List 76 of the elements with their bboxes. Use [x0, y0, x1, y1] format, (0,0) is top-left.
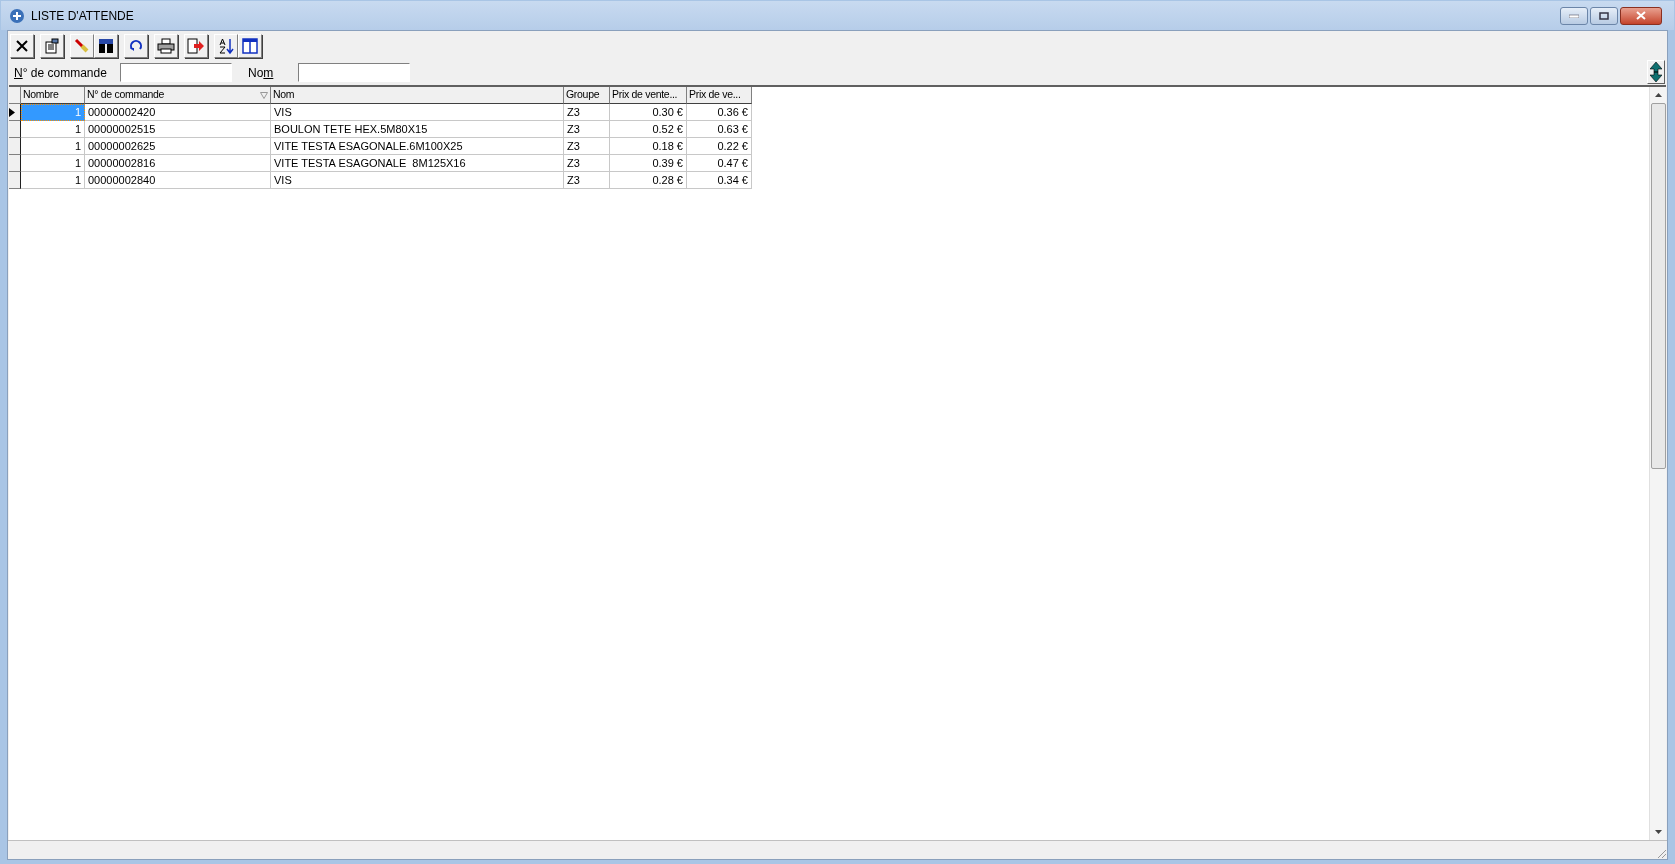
close-button[interactable]: [1620, 6, 1662, 25]
field-label: N° de commande: [14, 66, 107, 80]
table-cell: 0.18 €: [610, 138, 687, 155]
maximize-button[interactable]: [1590, 6, 1618, 25]
row-header[interactable]: [9, 138, 21, 155]
toolbar-button[interactable]: [94, 34, 118, 58]
sort-triangle-icon: [260, 91, 268, 99]
row-header[interactable]: [9, 104, 21, 121]
app-icon: [9, 7, 25, 24]
scroll-down-icon: [1654, 830, 1662, 834]
column-header[interactable]: Prix de vente...: [610, 87, 687, 104]
table-cell: 0.22 €: [687, 138, 752, 155]
table-cell: Z3: [564, 172, 610, 189]
refresh-icon: [129, 39, 143, 53]
table-cell: 1: [21, 155, 85, 172]
filter-field[interactable]: [298, 62, 410, 82]
table-cell: Z3: [564, 121, 610, 138]
export-icon: [187, 38, 205, 54]
filter-field[interactable]: [120, 62, 232, 82]
table-cell: Z3: [564, 104, 610, 121]
minimize-icon: [1569, 13, 1579, 18]
row-header[interactable]: [9, 121, 21, 138]
window-title: LISTE D'ATTENDE: [31, 7, 135, 25]
toolbar-button[interactable]: [214, 34, 238, 58]
row-pointer-icon: [9, 107, 15, 117]
table-cell: VIS: [271, 104, 564, 121]
toolbar-button[interactable]: [154, 34, 178, 58]
table-cell: 0.63 €: [687, 121, 752, 138]
resize-button[interactable]: [1647, 60, 1665, 84]
row-header[interactable]: [9, 172, 21, 189]
table-cell: VITE TESTA ESAGONALE.6M100X25: [271, 138, 564, 155]
table-cell: 0.52 €: [610, 121, 687, 138]
table-cell: 1: [21, 172, 85, 189]
resize-grip-icon: [1655, 847, 1667, 859]
table-cell: 1: [21, 121, 85, 138]
scrollbar[interactable]: [1649, 87, 1666, 840]
table-cell: VIS: [271, 172, 564, 189]
row-header[interactable]: [9, 155, 21, 172]
table-cell: VITE TESTA ESAGONALE 8M125X16: [271, 155, 564, 172]
up-down-arrow-icon: [1650, 62, 1662, 82]
table-cell: 00000002816: [85, 155, 271, 172]
toolbar-button[interactable]: [124, 34, 148, 58]
table-cell: Z3: [564, 155, 610, 172]
columns-icon: [242, 38, 258, 54]
table-cell: Z3: [564, 138, 610, 155]
table-cell: 0.34 €: [687, 172, 752, 189]
table-cell: 00000002625: [85, 138, 271, 155]
table-cell: 0.36 €: [687, 104, 752, 121]
table-cell: 00000002840: [85, 172, 271, 189]
table-cell: 0.39 €: [610, 155, 687, 172]
table-cell: 00000002420: [85, 104, 271, 121]
table-cell: 1: [21, 104, 85, 121]
toolbar-button[interactable]: [10, 34, 34, 58]
toolbar-button[interactable]: [238, 34, 262, 58]
restore-icon: [1599, 11, 1609, 20]
scroll-thumb[interactable]: [1650, 103, 1666, 469]
table-cell: BOULON TETE HEX.5M80X15: [271, 121, 564, 138]
field-label: Nom: [248, 66, 274, 80]
scroll-up-icon: [1654, 93, 1662, 97]
column-header[interactable]: Nom: [271, 87, 564, 104]
column-header[interactable]: Nombre: [21, 87, 85, 104]
printer-icon: [157, 38, 175, 54]
table-cell: 1: [21, 138, 85, 155]
minimize-button[interactable]: [1560, 6, 1588, 25]
column-header[interactable]: Prix de ve...: [687, 87, 752, 104]
sort-icon: [218, 37, 234, 55]
toolbar-button[interactable]: [40, 34, 64, 58]
table-cell: 0.47 €: [687, 155, 752, 172]
close-icon: [15, 39, 29, 53]
column-header[interactable]: Groupe: [564, 87, 610, 104]
document-icon: [44, 38, 60, 54]
column-header[interactable]: N° de commande: [85, 87, 271, 104]
table-cell: 0.28 €: [610, 172, 687, 189]
table-cell: 0.30 €: [610, 104, 687, 121]
close-icon: [1636, 11, 1646, 20]
table-cell: 00000002515: [85, 121, 271, 138]
